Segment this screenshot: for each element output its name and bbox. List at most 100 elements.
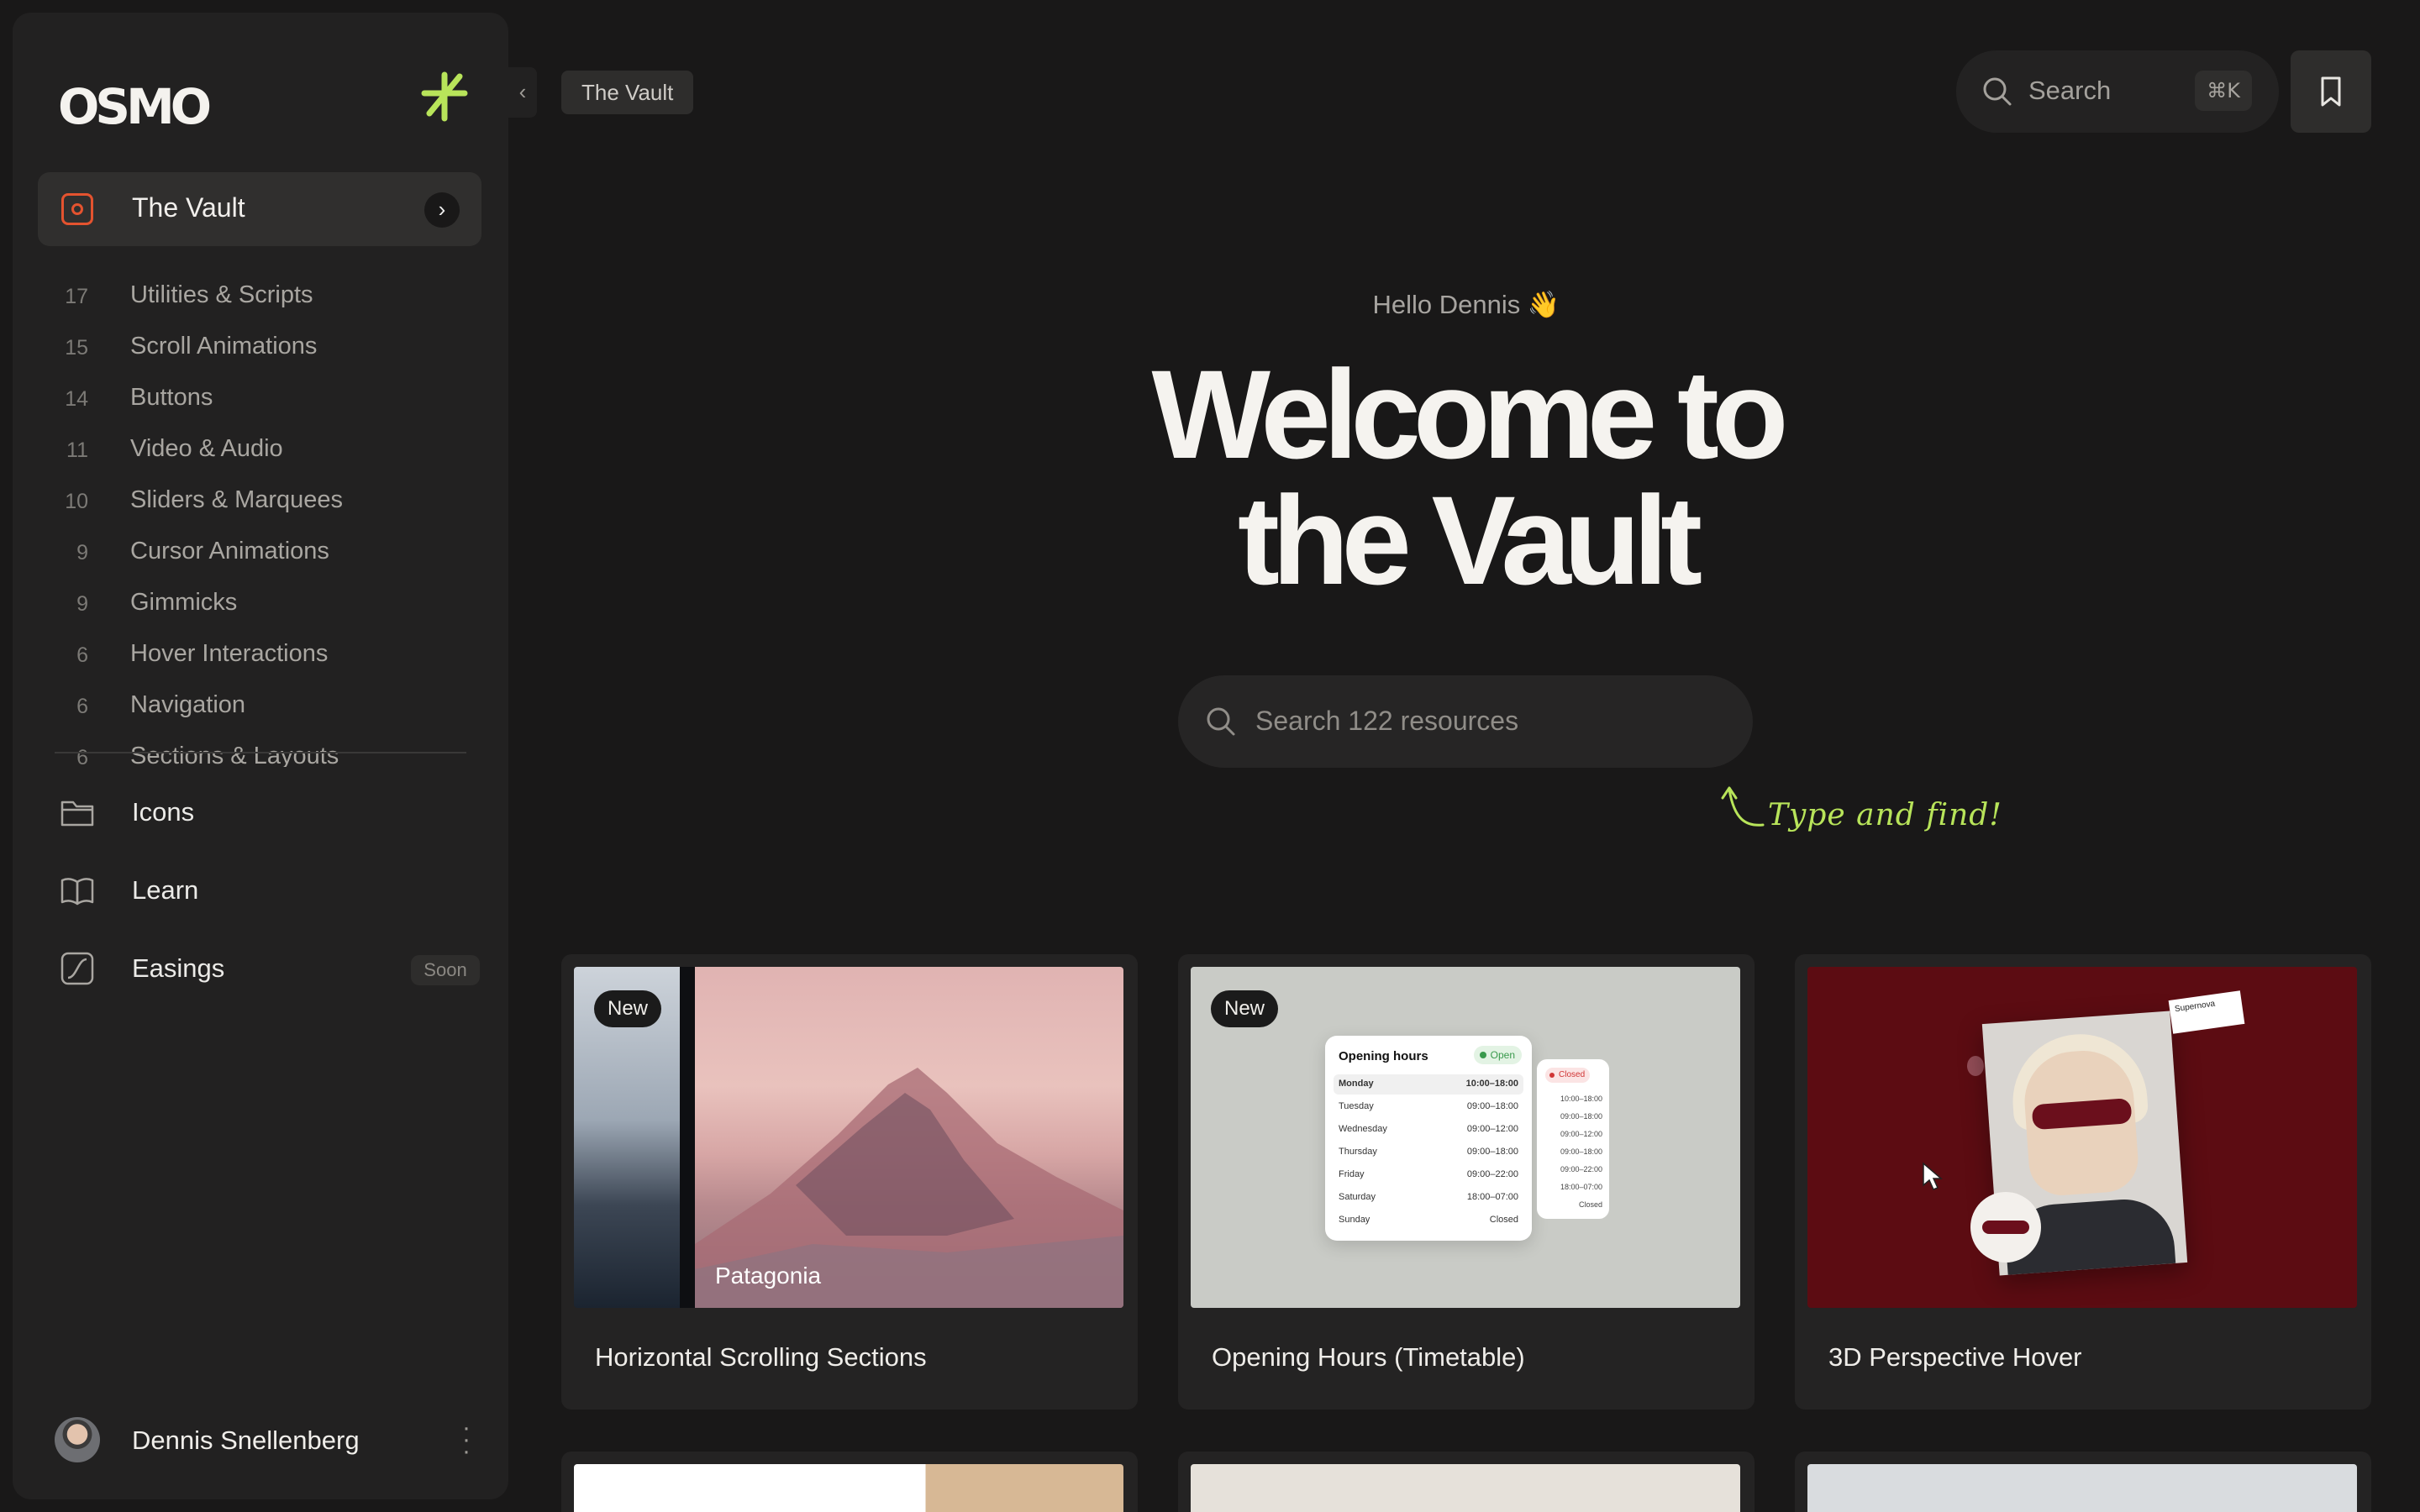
page-title: Welcome to the Vault: [1008, 351, 1924, 603]
timetable-row: Sunday Closed: [1334, 1210, 1523, 1231]
resource-card[interactable]: [1795, 1452, 2371, 1512]
timetable-row: Thursday 09:00–18:00: [1334, 1142, 1523, 1163]
category-item[interactable]: 10 Sliders & Marquees: [38, 485, 481, 518]
category-label: Hover Interactions: [130, 640, 329, 667]
sidebar-item-learn[interactable]: Learn: [60, 870, 480, 912]
bookmark-button[interactable]: [2291, 50, 2371, 133]
resource-card[interactable]: [561, 1452, 1138, 1512]
divider: [55, 752, 466, 753]
title-line: Welcome to: [1151, 344, 1788, 485]
card-title: 3D Perspective Hover: [1828, 1342, 2082, 1372]
breadcrumb[interactable]: The Vault: [561, 71, 694, 114]
card-thumbnail: Patagonia New: [574, 967, 1123, 1308]
card-thumbnail: Opening hours Open Monday 10:00–18:00 Tue…: [1191, 967, 1740, 1308]
card-thumbnail: [1191, 1464, 1740, 1512]
top-search-button[interactable]: Search ⌘K: [1956, 50, 2279, 133]
hours: 09:00–12:00: [1466, 1124, 1518, 1134]
category-label: Navigation: [130, 691, 246, 718]
category-item[interactable]: 6 Sections & Layouts: [38, 741, 481, 767]
resource-card[interactable]: [1178, 1452, 1754, 1512]
category-count: 14: [65, 387, 88, 411]
category-item[interactable]: 14 Buttons: [38, 382, 481, 416]
collapse-sidebar-button[interactable]: ‹: [508, 67, 537, 118]
sidebar-item-icons[interactable]: Icons: [60, 792, 480, 834]
resource-card[interactable]: Opening hours Open Monday 10:00–18:00 Tue…: [1178, 954, 1754, 1410]
hours: 09:00–18:00: [1560, 1112, 1602, 1121]
user-profile[interactable]: Dennis Snellenberg · · ·: [55, 1415, 483, 1466]
category-item[interactable]: 9 Cursor Animations: [38, 536, 481, 570]
cursor-icon: [1923, 1162, 1944, 1190]
resource-card[interactable]: Patagonia New Horizontal Scrolling Secti…: [561, 954, 1138, 1410]
decorative-dot: [1967, 1056, 1984, 1076]
hours: 09:00–12:00: [1560, 1130, 1602, 1138]
category-count: 15: [65, 336, 88, 360]
card-title: Horizontal Scrolling Sections: [595, 1342, 927, 1372]
category-count: 6: [76, 746, 88, 767]
category-label: Cursor Animations: [130, 538, 329, 564]
timetable-preview: Opening hours Open Monday 10:00–18:00 Tue…: [1325, 1036, 1532, 1241]
thumb-gap: [680, 967, 695, 1308]
search-placeholder: Search 122 resources: [1255, 706, 1519, 736]
chevron-right-icon[interactable]: ›: [424, 192, 460, 228]
hours: 09:00–22:00: [1560, 1165, 1602, 1173]
day: Friday: [1339, 1169, 1365, 1179]
category-label: Scroll Animations: [130, 333, 318, 360]
category-item[interactable]: 15 Scroll Animations: [38, 331, 481, 365]
category-label: Buttons: [130, 384, 213, 411]
timetable-row: Saturday 18:00–07:00: [1334, 1188, 1523, 1208]
hours: 09:00–18:00: [1466, 1101, 1518, 1111]
category-count: 6: [76, 695, 88, 718]
category-label: Sliders & Marquees: [130, 486, 344, 513]
resource-card[interactable]: Supernova 3D Perspective Hover: [1795, 954, 2371, 1410]
category-item[interactable]: 9 Gimmicks: [38, 587, 481, 621]
sidebar: OSMO The Vault › 17 Utilities & Scripts …: [13, 13, 508, 1499]
more-vertical-icon[interactable]: · · ·: [458, 1415, 475, 1464]
category-item[interactable]: 6 Navigation: [38, 690, 481, 723]
mountain-image: [695, 967, 1123, 1308]
day: Saturday: [1339, 1192, 1376, 1202]
category-count: 9: [76, 541, 88, 564]
osmo-logo[interactable]: OSMO: [58, 81, 212, 132]
category-item[interactable]: 17 Utilities & Scripts: [38, 280, 481, 313]
curve-icon: [60, 952, 94, 985]
folder-icon: [60, 801, 94, 827]
timetable-title: Opening hours: [1339, 1049, 1428, 1063]
closed-status: Closed: [1545, 1068, 1591, 1083]
hours: 09:00–22:00: [1466, 1169, 1518, 1179]
mountain-shape: [695, 1068, 1123, 1308]
category-item[interactable]: 11 Video & Audio: [38, 433, 481, 467]
card-thumbnail: [574, 1464, 1123, 1512]
category-count: 17: [65, 285, 88, 308]
open-status: Open: [1473, 1046, 1522, 1064]
nav-label: Icons: [132, 797, 195, 827]
timetable-preview-secondary: Closed 10:00–18:00 09:00–18:00 09:00–12:…: [1537, 1059, 1609, 1219]
sidebar-item-easings[interactable]: Easings Soon: [60, 948, 480, 990]
new-badge: New: [594, 990, 662, 1027]
day: Wednesday: [1339, 1124, 1387, 1134]
new-badge: New: [1211, 990, 1279, 1027]
sidebar-item-the-vault[interactable]: The Vault ›: [38, 172, 481, 246]
day: Sunday: [1339, 1215, 1370, 1225]
search-icon: [1983, 77, 2012, 106]
day: Monday: [1339, 1079, 1374, 1089]
category-label: Gimmicks: [130, 589, 238, 616]
product-circle: [1970, 1192, 2041, 1263]
book-icon: [60, 878, 94, 906]
search-label: Search: [2028, 76, 2112, 105]
hours: 18:00–07:00: [1560, 1183, 1602, 1191]
card-thumbnail: [1807, 1464, 2357, 1512]
category-item[interactable]: 6 Hover Interactions: [38, 638, 481, 672]
category-count: 9: [76, 592, 88, 616]
card-title: Opening Hours (Timetable): [1212, 1342, 1525, 1372]
resource-search-input[interactable]: Search 122 resources: [1178, 675, 1753, 768]
bookmark-icon: [2321, 76, 2341, 107]
hours: Closed: [1578, 1200, 1602, 1209]
avatar[interactable]: [55, 1417, 100, 1462]
greeting: Hello Dennis 👋: [1372, 290, 1560, 319]
soon-badge: Soon: [411, 955, 480, 985]
category-count: 11: [66, 438, 88, 462]
hint-text: Type and find!: [1768, 798, 2002, 832]
asterisk-icon[interactable]: [418, 70, 471, 123]
nav-label: Learn: [132, 875, 199, 905]
category-label: Sections & Layouts: [130, 743, 339, 767]
